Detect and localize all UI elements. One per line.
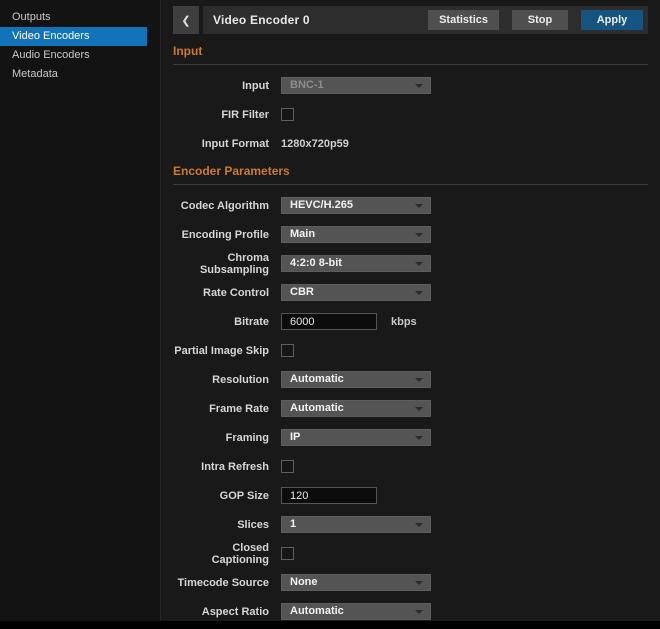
- input-select: BNC-1: [281, 77, 431, 94]
- field-label: Slices: [173, 519, 269, 531]
- chroma-subsampling-value: 4:2:0 8-bit: [290, 257, 342, 269]
- sidebar-item-metadata[interactable]: Metadata: [0, 65, 147, 84]
- field-label: Input Format: [173, 138, 269, 150]
- slices-select[interactable]: 1: [281, 516, 431, 533]
- sidebar: Outputs Video Encoders Audio Encoders Me…: [0, 0, 159, 629]
- input-section: Input Input BNC-1 FIR Filter Input Forma…: [173, 44, 648, 152]
- field-label: Input: [173, 80, 269, 92]
- gop-size-input[interactable]: [281, 487, 377, 504]
- gop-size-row: GOP Size: [173, 487, 648, 504]
- field-label: Encoding Profile: [173, 229, 269, 241]
- page-title: Video Encoder 0: [213, 13, 415, 27]
- partial-image-skip-checkbox[interactable]: [281, 344, 294, 357]
- header-bar: ❮ Video Encoder 0 Statistics Stop Apply: [173, 6, 648, 34]
- field-label: Partial Image Skip: [173, 345, 269, 357]
- bitrate-row: Bitrate kbps: [173, 313, 648, 330]
- input-format-value: 1280x720p59: [281, 138, 349, 150]
- field-label: Chroma Subsampling: [173, 252, 269, 276]
- field-label: Codec Algorithm: [173, 200, 269, 212]
- fir-filter-row: FIR Filter: [173, 106, 648, 123]
- field-label: Frame Rate: [173, 403, 269, 415]
- field-label: Aspect Ratio: [173, 606, 269, 618]
- resolution-row: Resolution Automatic: [173, 371, 648, 388]
- codec-algorithm-value: HEVC/H.265: [290, 199, 353, 211]
- framing-select[interactable]: IP: [281, 429, 431, 446]
- timecode-source-row: Timecode Source None: [173, 574, 648, 591]
- chevron-down-icon: [415, 378, 423, 382]
- chevron-down-icon: [415, 204, 423, 208]
- resolution-value: Automatic: [290, 373, 344, 385]
- rate-control-row: Rate Control CBR: [173, 284, 648, 301]
- chroma-subsampling-row: Chroma Subsampling 4:2:0 8-bit: [173, 255, 648, 272]
- chevron-down-icon: [415, 84, 423, 88]
- input-row: Input BNC-1: [173, 77, 648, 94]
- closed-captioning-checkbox[interactable]: [281, 547, 294, 560]
- sidebar-item-audio-encoders[interactable]: Audio Encoders: [0, 46, 147, 65]
- field-label: GOP Size: [173, 490, 269, 502]
- back-chevron-icon: ❮: [181, 14, 190, 27]
- encoder-parameters-section: Encoder Parameters Codec Algorithm HEVC/…: [173, 164, 648, 620]
- rate-control-select[interactable]: CBR: [281, 284, 431, 301]
- input-format-row: Input Format 1280x720p59: [173, 135, 648, 152]
- encoding-profile-select[interactable]: Main: [281, 226, 431, 243]
- aspect-ratio-select[interactable]: Automatic: [281, 603, 431, 620]
- field-label: FIR Filter: [173, 109, 269, 121]
- aspect-ratio-value: Automatic: [290, 605, 344, 617]
- sidebar-item-video-encoders[interactable]: Video Encoders: [0, 27, 147, 46]
- fir-filter-checkbox[interactable]: [281, 108, 294, 121]
- chevron-down-icon: [415, 233, 423, 237]
- field-label: Intra Refresh: [173, 461, 269, 473]
- chevron-down-icon: [415, 436, 423, 440]
- partial-image-skip-row: Partial Image Skip: [173, 342, 648, 359]
- input-section-title: Input: [173, 44, 648, 65]
- encoder-parameters-section-title: Encoder Parameters: [173, 164, 648, 185]
- aspect-ratio-row: Aspect Ratio Automatic: [173, 603, 648, 620]
- encoding-profile-value: Main: [290, 228, 315, 240]
- framing-value: IP: [290, 431, 300, 443]
- header-title-strip: Video Encoder 0 Statistics Stop Apply: [203, 6, 648, 34]
- codec-algorithm-row: Codec Algorithm HEVC/H.265: [173, 197, 648, 214]
- field-label: Timecode Source: [173, 577, 269, 589]
- main-panel: ❮ Video Encoder 0 Statistics Stop Apply …: [160, 0, 660, 629]
- header-actions: Statistics Stop Apply: [415, 10, 643, 30]
- field-label: Framing: [173, 432, 269, 444]
- field-label: Bitrate: [173, 316, 269, 328]
- chevron-down-icon: [415, 262, 423, 266]
- chevron-down-icon: [415, 407, 423, 411]
- intra-refresh-checkbox[interactable]: [281, 460, 294, 473]
- apply-button[interactable]: Apply: [581, 10, 643, 30]
- frame-rate-select[interactable]: Automatic: [281, 400, 431, 417]
- chroma-subsampling-select[interactable]: 4:2:0 8-bit: [281, 255, 431, 272]
- chevron-down-icon: [415, 610, 423, 614]
- frame-rate-row: Frame Rate Automatic: [173, 400, 648, 417]
- timecode-source-value: None: [290, 576, 318, 588]
- encoder-settings-window: Outputs Video Encoders Audio Encoders Me…: [0, 0, 660, 629]
- field-label: Closed Captioning: [173, 542, 269, 566]
- chevron-down-icon: [415, 523, 423, 527]
- slices-value: 1: [290, 518, 296, 530]
- frame-rate-value: Automatic: [290, 402, 344, 414]
- chevron-down-icon: [415, 581, 423, 585]
- statistics-button[interactable]: Statistics: [428, 10, 499, 30]
- stop-button[interactable]: Stop: [512, 10, 568, 30]
- encoding-profile-row: Encoding Profile Main: [173, 226, 648, 243]
- framing-row: Framing IP: [173, 429, 648, 446]
- sidebar-item-outputs[interactable]: Outputs: [0, 8, 147, 27]
- intra-refresh-row: Intra Refresh: [173, 458, 648, 475]
- field-label: Rate Control: [173, 287, 269, 299]
- back-button[interactable]: ❮: [173, 6, 199, 34]
- bitrate-input[interactable]: [281, 313, 377, 330]
- input-select-value: BNC-1: [290, 79, 324, 91]
- closed-captioning-row: Closed Captioning: [173, 545, 648, 562]
- resolution-select[interactable]: Automatic: [281, 371, 431, 388]
- timecode-source-select[interactable]: None: [281, 574, 431, 591]
- chevron-down-icon: [415, 291, 423, 295]
- slices-row: Slices 1: [173, 516, 648, 533]
- bitrate-unit-label: kbps: [391, 316, 417, 328]
- rate-control-value: CBR: [290, 286, 314, 298]
- field-label: Resolution: [173, 374, 269, 386]
- bottom-edge-bar: [0, 621, 660, 629]
- codec-algorithm-select[interactable]: HEVC/H.265: [281, 197, 431, 214]
